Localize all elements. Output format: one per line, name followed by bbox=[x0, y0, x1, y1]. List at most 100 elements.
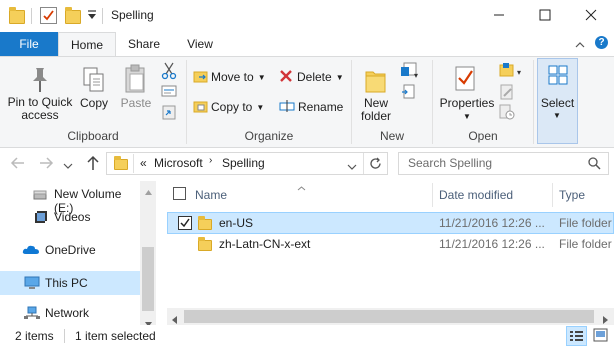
group-separator bbox=[533, 60, 534, 144]
network-icon bbox=[24, 306, 40, 323]
svg-text:▾: ▾ bbox=[414, 71, 418, 78]
maximize-button[interactable] bbox=[522, 0, 568, 30]
tab-file[interactable]: File bbox=[0, 32, 58, 56]
column-divider[interactable] bbox=[432, 183, 433, 207]
paste-shortcut-icon[interactable] bbox=[161, 104, 179, 120]
column-header-name[interactable]: Name bbox=[195, 183, 430, 207]
dropdown-arrow-icon: ▼ bbox=[463, 112, 471, 121]
file-type: File folder bbox=[559, 216, 612, 230]
new-folder-quick-icon[interactable] bbox=[65, 7, 81, 24]
search-input[interactable]: Search Spelling bbox=[408, 156, 492, 170]
address-overflow[interactable]: « bbox=[140, 156, 147, 170]
address-dropdown-icon[interactable] bbox=[347, 160, 357, 174]
recent-locations-icon[interactable] bbox=[63, 159, 73, 173]
search-icon[interactable] bbox=[588, 157, 601, 173]
folder-icon bbox=[9, 7, 25, 24]
easy-access-icon[interactable] bbox=[400, 84, 420, 102]
edit-icon[interactable] bbox=[499, 84, 519, 102]
refresh-icon[interactable] bbox=[369, 157, 382, 173]
copy-button[interactable]: Copy bbox=[76, 62, 112, 124]
scroll-thumb[interactable] bbox=[184, 310, 594, 323]
tab-home[interactable]: Home bbox=[58, 32, 116, 57]
onedrive-icon bbox=[22, 244, 40, 258]
dropdown-arrow-icon: ▼ bbox=[553, 111, 561, 120]
window-title: Spelling bbox=[111, 8, 154, 22]
pin-to-quick-access-button[interactable]: Pin to Quick access bbox=[2, 62, 76, 124]
search-box[interactable]: Search Spelling bbox=[398, 152, 609, 175]
column-divider[interactable] bbox=[552, 183, 553, 207]
tab-view[interactable]: View bbox=[172, 32, 228, 56]
select-icon bbox=[548, 65, 568, 88]
new-group-label: New bbox=[379, 129, 404, 143]
copy-path-icon[interactable] bbox=[161, 84, 179, 100]
column-header-date-modified[interactable]: Date modified bbox=[439, 183, 551, 207]
status-selection: 1 item selected bbox=[75, 329, 156, 343]
breadcrumb-spelling[interactable]: Spelling bbox=[222, 156, 265, 170]
new-folder-icon bbox=[364, 66, 388, 97]
properties-quick-icon[interactable] bbox=[40, 7, 57, 24]
select-button[interactable]: Select ▼ bbox=[537, 58, 578, 144]
collapse-ribbon-icon[interactable] bbox=[575, 38, 585, 52]
move-to-label: Move to bbox=[211, 70, 254, 84]
title-separator bbox=[102, 8, 103, 24]
horizontal-scrollbar[interactable] bbox=[167, 308, 614, 325]
nav-item-new-volume[interactable]: New Volume (E:) bbox=[0, 183, 140, 215]
select-all-checkbox[interactable] bbox=[173, 187, 186, 200]
nav-pane-scrollbar[interactable] bbox=[140, 181, 156, 327]
scroll-up-icon[interactable] bbox=[145, 184, 152, 198]
file-name: en-US bbox=[219, 216, 254, 230]
history-icon[interactable] bbox=[499, 104, 519, 122]
properties-label: Properties bbox=[439, 96, 495, 110]
tab-share[interactable]: Share bbox=[116, 32, 172, 56]
new-folder-button[interactable]: New folder bbox=[356, 62, 396, 124]
new-item-icon[interactable]: ▾ bbox=[400, 62, 420, 80]
delete-button[interactable]: Delete ▼ bbox=[279, 67, 347, 87]
address-divider bbox=[133, 154, 134, 173]
breadcrumb-microsoft[interactable]: Microsoft bbox=[154, 156, 203, 170]
list-item[interactable]: zh-Latn-CN-x-ext 11/21/2016 12:26 ... Fi… bbox=[167, 234, 614, 256]
dropdown-arrow-icon: ▼ bbox=[256, 102, 265, 112]
forward-button[interactable] bbox=[38, 156, 54, 173]
move-to-button[interactable]: Move to ▼ bbox=[193, 67, 271, 87]
address-bar[interactable]: « Microsoft › Spelling bbox=[106, 152, 388, 175]
status-item-count: 2 items bbox=[15, 329, 54, 343]
folder-icon bbox=[198, 216, 212, 230]
details-view-button[interactable] bbox=[566, 326, 587, 346]
minimize-button[interactable] bbox=[476, 0, 522, 30]
address-divider bbox=[363, 153, 364, 174]
nav-item-label: OneDrive bbox=[45, 243, 96, 257]
row-checkbox[interactable] bbox=[178, 216, 192, 230]
up-button[interactable] bbox=[86, 155, 100, 174]
nav-item-label: This PC bbox=[45, 276, 88, 290]
open-icon[interactable]: ▾ bbox=[499, 62, 527, 80]
help-icon[interactable]: ? bbox=[595, 36, 608, 49]
nav-item-videos[interactable]: Videos bbox=[0, 206, 140, 228]
move-to-icon bbox=[193, 69, 211, 86]
customize-qat-icon[interactable] bbox=[87, 9, 97, 24]
status-divider bbox=[64, 329, 65, 343]
rename-label: Rename bbox=[298, 100, 344, 114]
drive-icon bbox=[33, 189, 47, 203]
paste-button[interactable]: Paste bbox=[116, 62, 156, 124]
file-date: 11/21/2016 12:26 ... bbox=[439, 216, 545, 230]
properties-button[interactable]: Properties ▼ bbox=[438, 62, 496, 124]
folder-icon bbox=[114, 156, 128, 170]
rename-button[interactable]: Rename bbox=[279, 97, 347, 117]
copy-icon bbox=[82, 66, 106, 97]
column-header-type[interactable]: Type bbox=[559, 183, 614, 207]
nav-item-onedrive[interactable]: OneDrive bbox=[0, 239, 140, 261]
chevron-right-icon[interactable]: › bbox=[209, 155, 212, 166]
back-button[interactable] bbox=[10, 156, 26, 173]
folder-icon bbox=[198, 237, 212, 251]
properties-icon bbox=[454, 64, 478, 95]
copy-to-button[interactable]: Copy to ▼ bbox=[193, 97, 271, 117]
cut-icon[interactable] bbox=[161, 62, 179, 80]
nav-item-this-pc[interactable]: This PC bbox=[0, 271, 140, 295]
large-icons-view-button[interactable] bbox=[591, 326, 612, 346]
paste-label: Paste bbox=[120, 96, 152, 110]
scroll-thumb[interactable] bbox=[142, 247, 154, 311]
nav-item-network[interactable]: Network bbox=[0, 302, 140, 324]
close-button[interactable] bbox=[568, 0, 614, 30]
list-item[interactable]: en-US 11/21/2016 12:26 ... File folder bbox=[167, 212, 614, 234]
dropdown-arrow-icon: ▼ bbox=[335, 72, 344, 82]
